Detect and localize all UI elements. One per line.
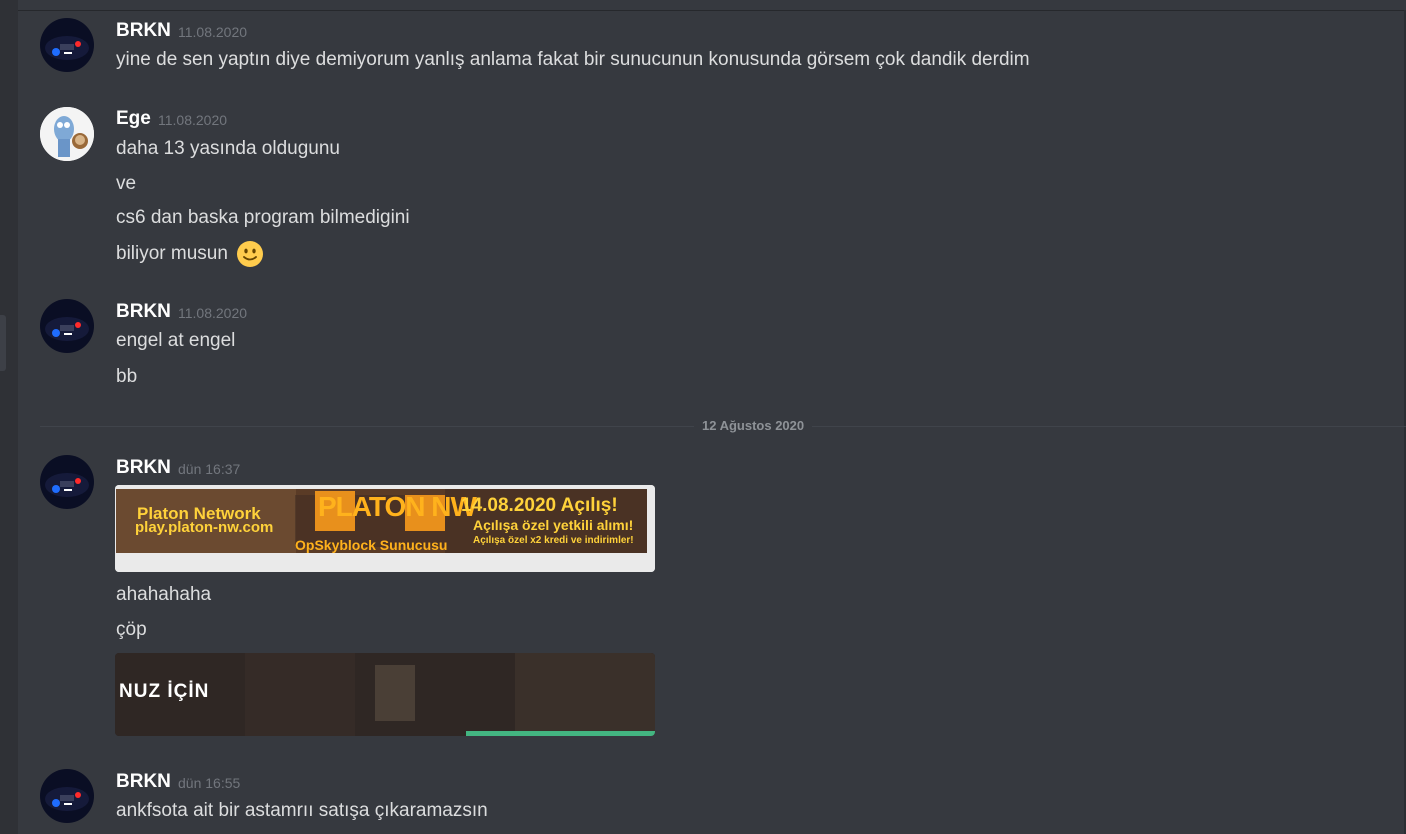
avatar[interactable] [40,299,94,353]
avatar[interactable] [40,107,94,161]
message-text-with-emoji: biliyor musun [116,240,264,268]
message-text: çöp [116,619,147,640]
username[interactable]: BRKN [116,19,171,43]
message-text: daha 13 yasında oldugunu [116,138,340,159]
sidebar-resize-handle[interactable] [0,315,6,371]
username[interactable]: BRKN [116,300,171,324]
username[interactable]: Ege [116,107,151,131]
banner-url: play.platon-nw.com [135,519,274,536]
avatar[interactable] [40,18,94,72]
banner-line: Açılışa özel x2 kredi ve indirimler! [473,535,634,546]
timestamp: 11.08.2020 [178,305,248,321]
message-text: cs6 dan baska program bilmedigini [116,207,410,228]
date-divider-label: 12 Ağustos 2020 [694,416,813,436]
timestamp: dün 16:55 [178,775,241,791]
username[interactable]: BRKN [116,456,171,480]
timestamp: 11.08.2020 [158,112,228,128]
banner-subtitle: OpSkyblock Sunucusu [295,537,448,553]
timestamp: 11.08.2020 [178,24,248,40]
slight-smile-emoji-icon[interactable] [236,240,264,268]
banner-date: 14.08.2020 Açılış! [461,495,618,516]
embed-progress-bar [466,731,655,736]
message-text: ve [116,173,137,194]
avatar[interactable] [40,769,94,823]
avatar[interactable] [40,455,94,509]
banner-line: Açılışa özel yetkili alımı! [473,517,634,533]
message-text: bb [116,366,138,387]
video-embed[interactable]: NUZ İÇİN [115,653,655,736]
embed-caption: NUZ İÇİN [119,681,210,702]
message-text: yine de sen yaptın diye demiyorum yanlış… [116,49,1030,70]
channel-header-edge [18,0,1406,11]
message-text: engel at engel [116,330,236,351]
message-text: ahahahaha [116,584,212,605]
message-text: ankfsota ait bir astamrıı satışa çıkaram… [116,800,488,821]
timestamp: dün 16:37 [178,461,241,477]
server-sidebar-edge [0,0,18,834]
banner-logo: PLATON NW [318,491,477,522]
username[interactable]: BRKN [116,770,171,794]
message-text: biliyor musun [116,243,228,265]
banner-image-attachment[interactable]: Platon Network play.platon-nw.com PLATON… [115,485,655,572]
